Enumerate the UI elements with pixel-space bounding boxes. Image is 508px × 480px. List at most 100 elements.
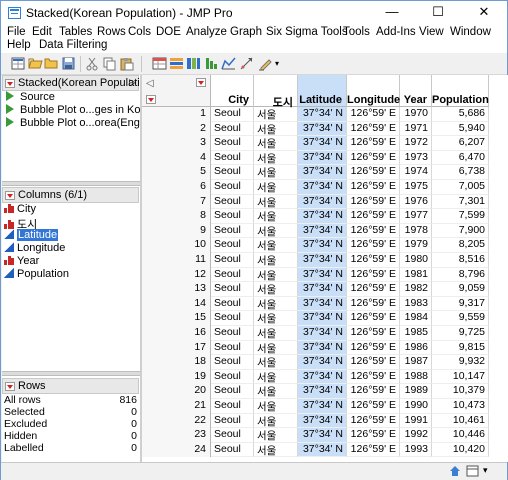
cell-year[interactable]: 1992	[400, 428, 432, 443]
cell-year[interactable]: 1988	[400, 369, 432, 385]
row-number[interactable]: 24	[142, 442, 211, 458]
cell-year[interactable]: 1993	[400, 442, 432, 458]
cell-population[interactable]: 5,686	[432, 107, 489, 122]
cell-dosi[interactable]: 서울	[254, 121, 298, 137]
cell-longitude[interactable]: 126°59' E	[347, 340, 400, 356]
cell-year[interactable]: 1973	[400, 150, 432, 166]
cell-population[interactable]: 8,796	[432, 267, 489, 283]
row-number[interactable]: 3	[142, 136, 211, 151]
column-item-population[interactable]: Population	[4, 268, 69, 281]
cell-year[interactable]: 1991	[400, 413, 432, 429]
row-number[interactable]: 21	[142, 399, 211, 414]
rows-header-red-triangle-icon[interactable]	[146, 95, 156, 104]
minimize-button[interactable]: —	[369, 1, 415, 25]
cell-latitude[interactable]: 37°34' N	[298, 107, 347, 122]
column-item-dosi[interactable]: 도시	[4, 216, 37, 231]
table-red-triangle-icon[interactable]	[5, 79, 15, 88]
cell-longitude[interactable]: 126°59' E	[347, 253, 400, 268]
cell-year[interactable]: 1975	[400, 180, 432, 195]
cell-dosi[interactable]: 서울	[254, 282, 298, 297]
cell-population[interactable]: 7,900	[432, 223, 489, 239]
cell-longitude[interactable]: 126°59' E	[347, 413, 400, 429]
menu-window[interactable]: Window	[450, 26, 491, 38]
cell-latitude[interactable]: 37°34' N	[298, 355, 347, 370]
cell-dosi[interactable]: 서울	[254, 253, 298, 268]
cell-city[interactable]: Seoul	[211, 107, 254, 122]
cell-dosi[interactable]: 서울	[254, 223, 298, 239]
cell-longitude[interactable]: 126°59' E	[347, 369, 400, 385]
menu-file[interactable]: File	[7, 26, 26, 38]
cell-city[interactable]: Seoul	[211, 413, 254, 429]
cell-longitude[interactable]: 126°59' E	[347, 194, 400, 210]
column-header-year[interactable]: Year	[400, 75, 432, 107]
cell-longitude[interactable]: 126°59' E	[347, 223, 400, 239]
cell-population[interactable]: 9,725	[432, 326, 489, 341]
row-number[interactable]: 5	[142, 165, 211, 180]
cell-city[interactable]: Seoul	[211, 267, 254, 283]
cell-latitude[interactable]: 37°34' N	[298, 165, 347, 180]
cell-latitude[interactable]: 37°34' N	[298, 180, 347, 195]
cell-longitude[interactable]: 126°59' E	[347, 296, 400, 312]
column-item-latitude[interactable]: Latitude	[4, 229, 59, 242]
cell-longitude[interactable]: 126°59' E	[347, 428, 400, 443]
menu-tools[interactable]: Tools	[343, 26, 370, 38]
rows-icon[interactable]	[169, 56, 184, 71]
cell-year[interactable]: 1979	[400, 238, 432, 253]
cell-latitude[interactable]: 37°34' N	[298, 399, 347, 414]
cell-city[interactable]: Seoul	[211, 194, 254, 210]
cell-population[interactable]: 7,301	[432, 194, 489, 210]
cell-city[interactable]: Seoul	[211, 238, 254, 253]
cell-latitude[interactable]: 37°34' N	[298, 253, 347, 268]
new-table-icon[interactable]	[11, 56, 26, 71]
cell-year[interactable]: 1977	[400, 209, 432, 224]
cell-latitude[interactable]: 37°34' N	[298, 136, 347, 151]
run-script-icon[interactable]	[6, 117, 14, 127]
cell-year[interactable]: 1984	[400, 311, 432, 326]
table-panel-header[interactable]: Stacked(Korean Populati... ▷	[2, 75, 149, 91]
cell-latitude[interactable]: 37°34' N	[298, 238, 347, 253]
cell-dosi[interactable]: 서울	[254, 384, 298, 399]
cell-year[interactable]: 1986	[400, 340, 432, 356]
row-number[interactable]: 2	[142, 121, 211, 137]
cell-city[interactable]: Seoul	[211, 384, 254, 399]
cell-population[interactable]: 10,147	[432, 369, 489, 385]
cell-population[interactable]: 10,461	[432, 413, 489, 429]
cell-longitude[interactable]: 126°59' E	[347, 311, 400, 326]
menu-add-ins[interactable]: Add-Ins	[376, 26, 416, 38]
cell-city[interactable]: Seoul	[211, 296, 254, 312]
cell-latitude[interactable]: 37°34' N	[298, 326, 347, 341]
cell-longitude[interactable]: 126°59' E	[347, 107, 400, 122]
cell-dosi[interactable]: 서울	[254, 442, 298, 458]
cell-dosi[interactable]: 서울	[254, 413, 298, 429]
menu-edit[interactable]: Edit	[32, 26, 52, 38]
table-script-item[interactable]: Source	[6, 91, 55, 104]
cell-latitude[interactable]: 37°34' N	[298, 413, 347, 429]
cell-population[interactable]: 10,420	[432, 442, 489, 458]
cell-year[interactable]: 1980	[400, 253, 432, 268]
cell-longitude[interactable]: 126°59' E	[347, 355, 400, 370]
cell-longitude[interactable]: 126°59' E	[347, 384, 400, 399]
rows-red-triangle-icon[interactable]	[5, 382, 15, 391]
cell-latitude[interactable]: 37°34' N	[298, 296, 347, 312]
cell-population[interactable]: 9,059	[432, 282, 489, 297]
row-number[interactable]: 1	[142, 107, 211, 122]
menu-help[interactable]: Help	[7, 39, 31, 51]
column-item-year[interactable]: Year	[4, 255, 39, 268]
row-number[interactable]: 14	[142, 296, 211, 312]
toolbar-more-icon[interactable]: ▾	[275, 59, 290, 74]
cell-city[interactable]: Seoul	[211, 136, 254, 151]
cell-city[interactable]: Seoul	[211, 121, 254, 137]
cell-population[interactable]: 8,516	[432, 253, 489, 268]
columns-header-red-triangle-icon[interactable]	[196, 78, 206, 87]
row-number[interactable]: 10	[142, 238, 211, 253]
cell-latitude[interactable]: 37°34' N	[298, 282, 347, 297]
window-list-icon[interactable]	[466, 465, 479, 480]
cell-year[interactable]: 1978	[400, 223, 432, 239]
cell-city[interactable]: Seoul	[211, 326, 254, 341]
cell-latitude[interactable]: 37°34' N	[298, 369, 347, 385]
cell-city[interactable]: Seoul	[211, 311, 254, 326]
cell-year[interactable]: 1970	[400, 107, 432, 122]
cell-year[interactable]: 1982	[400, 282, 432, 297]
row-number[interactable]: 7	[142, 194, 211, 210]
cell-city[interactable]: Seoul	[211, 369, 254, 385]
